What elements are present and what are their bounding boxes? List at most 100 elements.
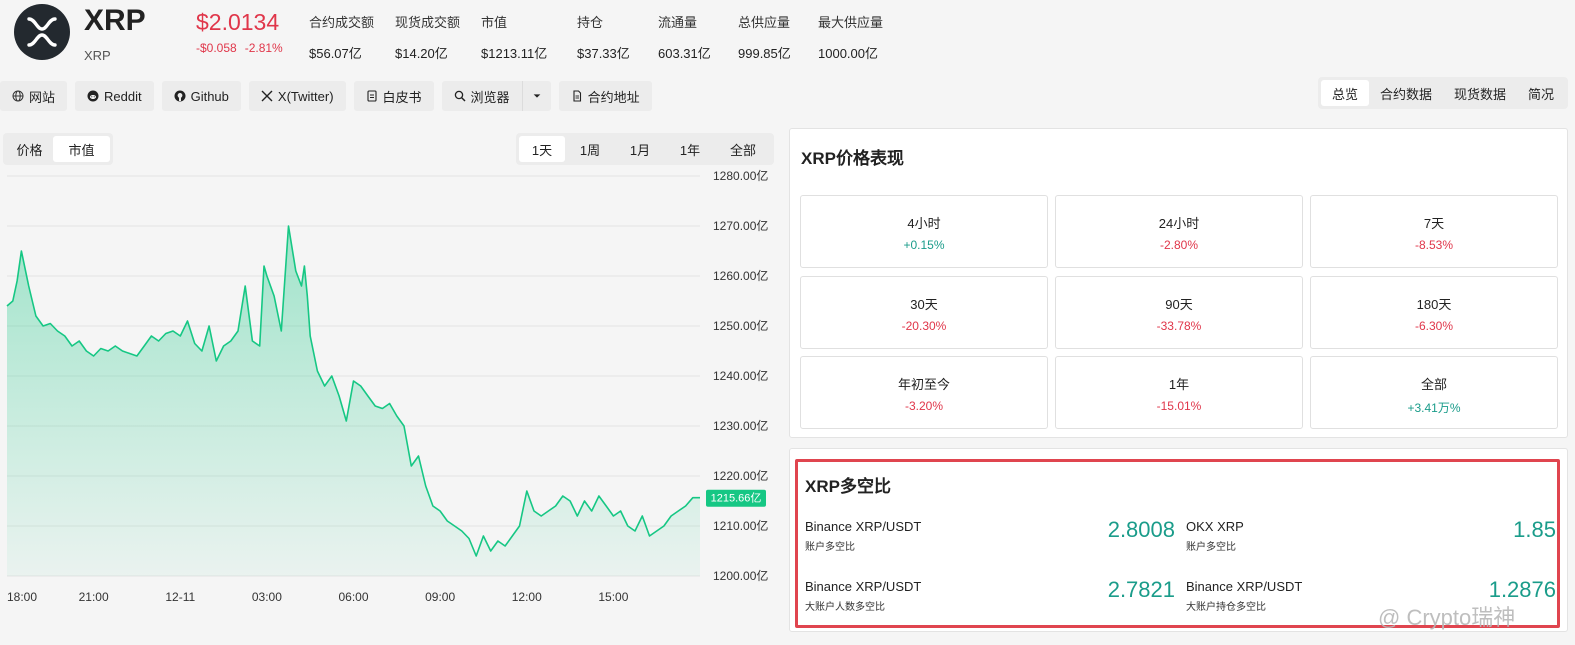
y-tick-label: 1220.00亿 [713,468,768,483]
explorer-label: 浏览器 [470,89,510,105]
ratio-binance-top-accounts: Binance XRP/USDT 大账户人数多空比 2.7821 [805,577,1175,619]
stat-contract-volume: 合约成交额 $56.07亿 [309,12,374,62]
xrp-logo-icon [14,4,70,60]
stat-value: $37.33亿 [577,46,630,61]
view-tabs: 总览 合约数据 现货数据 简况 [1318,77,1569,109]
coin-price: $2.0134 [196,9,280,35]
stat-label: 最大供应量 [818,15,884,30]
perf-180d: 180天 -6.30% [1310,276,1558,349]
perf-label: 年初至今 [897,377,950,392]
stat-value: $14.20亿 [395,46,448,61]
y-tick-label: 1270.00亿 [713,218,768,233]
ratio-name: Binance XRP/USDT [805,519,922,534]
stat-value: $56.07亿 [309,46,362,61]
perf-label: 180天 [1416,297,1452,312]
y-tick-label: 1280.00亿 [713,168,768,183]
perf-label: 4小时 [907,216,941,231]
ratio-sub: 大账户人数多空比 [805,602,885,613]
y-tick-label: 1250.00亿 [713,318,768,333]
y-tick-label: 1260.00亿 [713,268,768,283]
ratio-binance-account: Binance XRP/USDT 账户多空比 2.8008 [805,517,1175,559]
stat-value: 1000.00亿 [818,46,878,61]
ratio-sub: 大账户持仓多空比 [1186,602,1266,613]
x-twitter-icon [261,90,273,102]
price-performance-panel: XRP价格表现 4小时 +0.15% 24小时 -2.80% 7天 -8.53%… [789,128,1568,438]
perf-90d: 90天 -33.78% [1055,276,1303,349]
perf-value: -6.30% [1414,319,1454,333]
github-icon [174,90,186,102]
perf-value: -20.30% [901,319,947,333]
stat-spot-volume: 现货成交额 $14.20亿 [395,12,460,62]
tab-profile[interactable]: 简况 [1517,80,1565,106]
github-button[interactable]: Github [161,81,241,111]
x-tick-label: 03:00 [252,590,282,604]
watermark: @ Crypto瑞神 [1378,600,1515,632]
reddit-label: Reddit [104,88,142,104]
ratio-name: Binance XRP/USDT [1186,579,1303,594]
price-change-pct: -2.81% [244,41,283,55]
reddit-button[interactable]: Reddit [75,81,154,111]
explorer-dropdown: 浏览器 [441,81,551,111]
price-change-abs: -$0.058 [196,41,237,55]
perf-30d: 30天 -20.30% [800,276,1048,349]
perf-value: -8.53% [1414,238,1454,252]
stat-total-supply: 总供应量 999.85亿 [738,12,791,62]
series-area [7,226,700,576]
perf-value: -15.01% [1156,399,1202,413]
ratio-title: XRP多空比 [805,477,891,496]
perf-value: -2.80% [1159,238,1199,252]
perf-label: 90天 [1165,297,1193,312]
stat-value: 999.85亿 [738,46,791,61]
perf-4h: 4小时 +0.15% [800,195,1048,268]
y-tick-label: 1230.00亿 [713,418,768,433]
tab-contract-data[interactable]: 合约数据 [1369,80,1443,106]
caret-down-icon [533,94,540,98]
stat-label: 合约成交额 [309,15,375,30]
perf-value: -3.20% [904,399,944,413]
whitepaper-button[interactable]: 白皮书 [353,81,434,111]
price-change: -$0.058 -2.81% [196,41,283,55]
website-label: 网站 [29,89,56,105]
ratio-value: 2.7821 [1107,577,1175,602]
contract-address-label: 合约地址 [587,89,640,105]
x-tick-label: 06:00 [338,590,368,604]
ratio-sub: 账户多空比 [1186,542,1236,553]
x-tick-label: 21:00 [79,590,109,604]
reddit-icon [87,90,99,102]
stat-value: $1213.11亿 [481,46,548,61]
stat-label: 持仓 [577,15,604,30]
y-tick-label: 1210.00亿 [713,518,768,533]
tab-spot-data[interactable]: 现货数据 [1443,80,1517,106]
github-label: Github [190,88,229,104]
coin-subtitle: XRP [84,48,111,63]
stat-open-interest: 持仓 $37.33亿 [577,12,630,62]
contract-address-button[interactable]: 合约地址 [558,81,652,111]
coin-name: XRP [84,4,146,37]
tab-overview[interactable]: 总览 [1321,80,1370,106]
perf-ytd: 年初至今 -3.20% [800,356,1048,429]
ratio-value: 1.85 [1513,517,1556,542]
perf-value: -33.78% [1156,319,1202,333]
explorer-icon [454,90,466,102]
stat-circulating-supply: 流通量 603.31亿 [658,12,711,62]
twitter-button[interactable]: X(Twitter) [248,81,346,111]
globe-icon [12,90,24,102]
market-cap-chart-panel: 价格 市值 1天 1周 1月 1年 全部 1280.00亿 1270.00亿 126… [0,128,780,645]
x-tick-label: 12:00 [512,590,542,604]
explorer-button[interactable]: 浏览器 [441,81,522,111]
perf-label: 1年 [1168,377,1190,392]
market-cap-chart[interactable]: 1280.00亿 1270.00亿 1260.00亿 1250.00亿 1240.00亿… [0,128,780,645]
twitter-label: X(Twitter) [277,88,334,104]
stat-market-cap: 市值 $1213.11亿 [481,12,547,62]
perf-7d: 7天 -8.53% [1310,195,1558,268]
stat-max-supply: 最大供应量 1000.00亿 [818,12,883,62]
explorer-caret-button[interactable] [521,81,551,111]
document-icon [366,90,377,102]
perf-value: +3.41万% [1407,401,1461,415]
website-button[interactable]: 网站 [0,81,68,111]
performance-title: XRP价格表现 [801,149,904,168]
x-tick-label: 12-11 [165,590,195,604]
ratio-sub: 账户多空比 [805,542,855,553]
y-tick-label: 1240.00亿 [713,368,768,383]
perf-24h: 24小时 -2.80% [1055,195,1303,268]
